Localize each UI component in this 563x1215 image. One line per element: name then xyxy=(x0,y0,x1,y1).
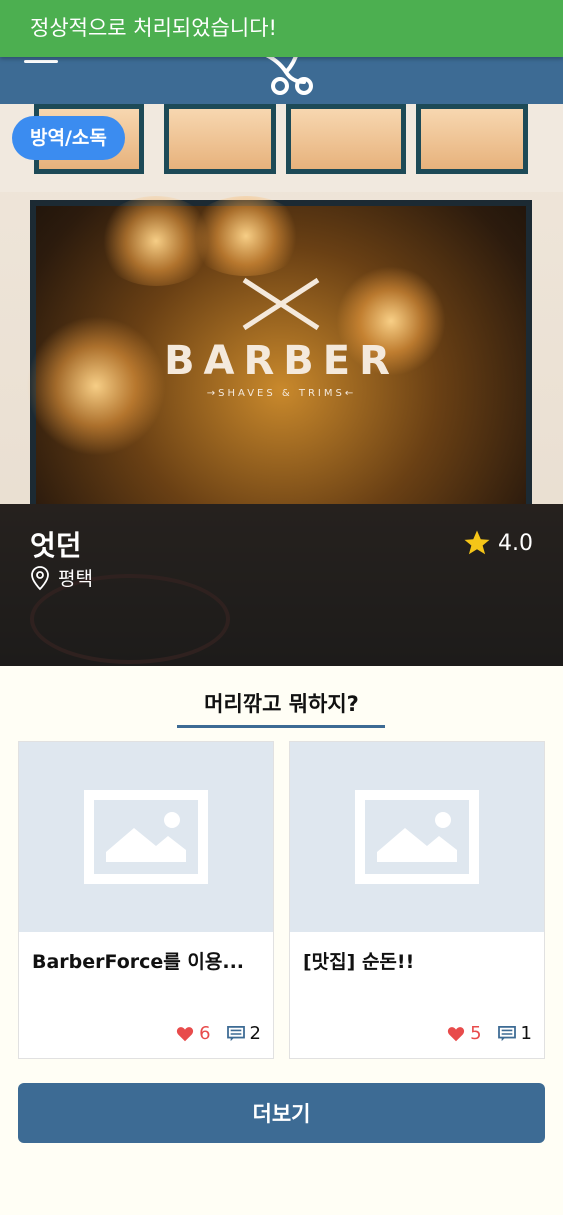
like-stat[interactable]: 6 xyxy=(176,1023,211,1044)
card-stats: 5 1 xyxy=(447,1023,532,1044)
star-icon xyxy=(464,530,490,555)
success-toast: 정상적으로 처리되었습니다! xyxy=(0,0,563,57)
section-title: 머리깎고 뭐하지? xyxy=(204,692,359,716)
map-pin-icon xyxy=(31,565,49,590)
shop-name: 엇던 xyxy=(30,529,82,562)
category-badge: 방역/소독 xyxy=(12,116,125,160)
window-pane xyxy=(416,104,528,174)
like-count: 6 xyxy=(199,1023,211,1044)
image-placeholder-icon xyxy=(84,790,208,884)
heart-icon xyxy=(447,1026,465,1041)
rating-value: 4.0 xyxy=(498,530,533,556)
barber-sign-subtitle: →SHAVES & TRIMS← xyxy=(206,388,357,399)
more-button[interactable]: 더보기 xyxy=(18,1083,545,1143)
post-card[interactable]: [맛집] 순돈!! 5 1 xyxy=(289,741,545,1059)
heart-icon xyxy=(176,1026,194,1041)
comment-icon xyxy=(226,1025,245,1041)
shop-rating: 4.0 xyxy=(462,528,533,558)
shop-location: 평택 xyxy=(30,564,93,591)
section-underline xyxy=(177,725,385,728)
card-title: [맛집] 순돈!! xyxy=(303,951,415,973)
post-card[interactable]: BarberForce를 이용... 6 2 xyxy=(18,741,274,1059)
like-count: 5 xyxy=(470,1023,482,1044)
comment-count: 1 xyxy=(520,1023,532,1044)
barber-sign-text: BARBER xyxy=(164,338,399,384)
window-pane xyxy=(286,104,406,174)
like-stat[interactable]: 5 xyxy=(447,1023,482,1044)
hamburger-menu-icon[interactable] xyxy=(24,60,58,63)
razor-sign-icon xyxy=(242,277,320,331)
card-title: BarberForce를 이용... xyxy=(32,951,245,973)
image-placeholder xyxy=(19,742,273,932)
comment-icon xyxy=(497,1025,516,1041)
image-placeholder xyxy=(290,742,544,932)
shop-hero[interactable]: BARBER →SHAVES & TRIMS← 방역/소독 엇던 4.0 평택 xyxy=(0,104,563,666)
location-text: 평택 xyxy=(58,568,93,590)
card-stats: 6 2 xyxy=(176,1023,261,1044)
image-placeholder-icon xyxy=(355,790,479,884)
comment-stat[interactable]: 2 xyxy=(226,1023,261,1044)
comment-stat[interactable]: 1 xyxy=(497,1023,532,1044)
window-pane xyxy=(164,104,276,174)
comment-count: 2 xyxy=(249,1023,261,1044)
